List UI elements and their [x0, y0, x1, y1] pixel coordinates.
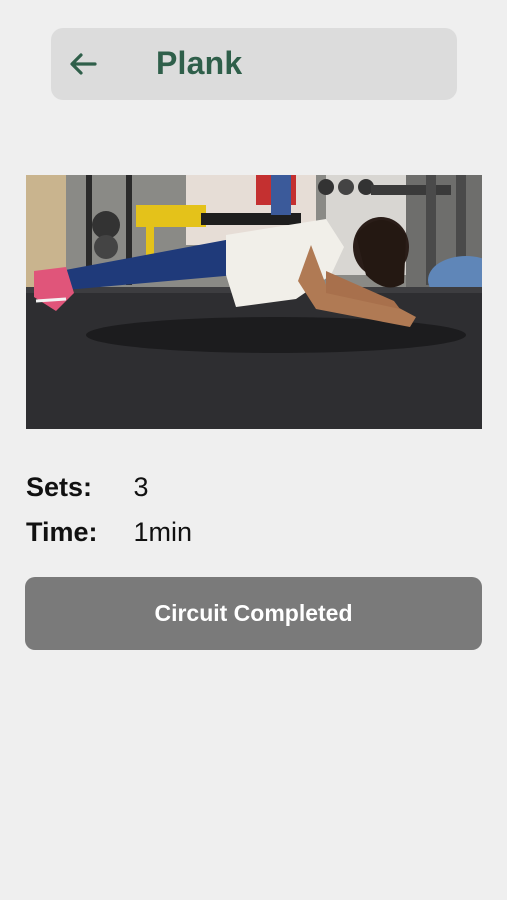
page-title: Plank	[156, 45, 243, 81]
sets-row: Sets: 3	[26, 472, 149, 503]
arrow-left-icon	[70, 53, 97, 75]
plank-photo-illustration	[26, 175, 482, 429]
exercise-photo	[26, 175, 482, 429]
time-row: Time: 1min	[26, 517, 192, 548]
sets-label: Sets:	[26, 472, 93, 502]
header-bar: Plank	[51, 28, 457, 100]
sets-value: 3	[133, 472, 149, 502]
time-label: Time:	[26, 517, 98, 547]
back-button[interactable]	[65, 46, 101, 82]
time-value: 1min	[133, 517, 193, 547]
circuit-completed-button[interactable]: Circuit Completed	[25, 577, 482, 650]
